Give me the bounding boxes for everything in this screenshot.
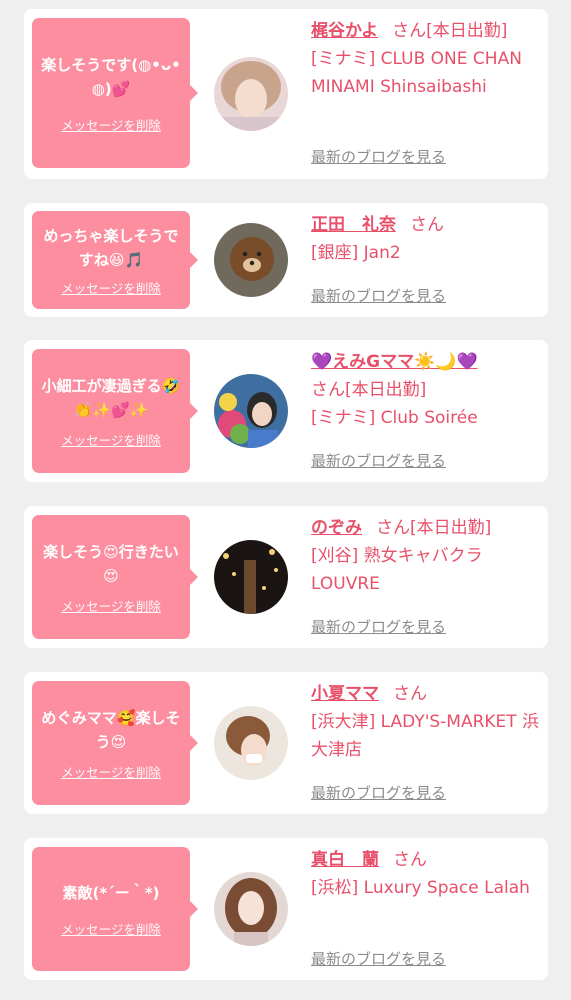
latest-blog-link[interactable]: 最新のブログを見る: [311, 450, 446, 471]
message-text: 楽しそうです(◍•ᴗ•◍)💕: [41, 55, 181, 98]
cast-name-link[interactable]: 小夏ママ: [311, 684, 379, 704]
message-card: めっちゃ楽しそうですね😆🎵 メッセージを削除 正田 礼奈 さん [銀座] Jan2…: [24, 203, 548, 317]
avatar-photo-icon: [214, 374, 288, 448]
message-card: 小細工が凄過ぎる🤣👏✨💕✨ メッセージを削除 💜えみGママ☀️🌙💜 さん[本日出勤…: [24, 340, 548, 482]
avatar-photo-icon: [214, 57, 288, 131]
entry-info: のぞみ さん[本日出勤] [刈谷] 熟女キャバクラ LOUVRE: [311, 514, 541, 598]
avatar[interactable]: [214, 223, 288, 297]
honorific: さん: [311, 380, 345, 400]
message-bubble: めぐみママ🥰楽しそう😍 メッセージを削除: [32, 681, 198, 805]
message-bubble: 楽しそう😍行きたい😍 メッセージを削除: [32, 515, 198, 639]
honorific: さん: [393, 850, 427, 870]
honorific: さん: [376, 518, 410, 538]
avatar[interactable]: [214, 57, 288, 131]
avatar-photo-icon: [214, 223, 288, 297]
venue-text: [浜松] Luxury Space Lalah: [311, 878, 530, 898]
honorific: さん: [393, 684, 427, 704]
latest-blog-link[interactable]: 最新のブログを見る: [311, 285, 446, 306]
status-text: [本日出勤]: [426, 21, 508, 41]
venue-text: [ミナミ] CLUB ONE CHAN MINAMI Shinsaibashi: [311, 49, 522, 97]
message-bubble: 小細工が凄過ぎる🤣👏✨💕✨ メッセージを削除: [32, 349, 198, 473]
message-text: めっちゃ楽しそうですね😆🎵: [43, 226, 179, 269]
delete-message-link[interactable]: メッセージを削除: [61, 919, 161, 938]
latest-blog-link[interactable]: 最新のブログを見る: [311, 616, 446, 637]
message-bubble: 素敵(*´ー｀*) メッセージを削除: [32, 847, 198, 971]
avatar-photo-icon: [214, 872, 288, 946]
latest-blog-link[interactable]: 最新のブログを見る: [311, 782, 446, 803]
status-text: [本日出勤]: [410, 518, 492, 538]
message-text: 楽しそう😍行きたい😍: [43, 542, 179, 585]
message-list: 楽しそうです(◍•ᴗ•◍)💕 メッセージを削除 梶谷かよ さん[本日出勤] [ミナ…: [0, 0, 571, 1000]
message-card: 楽しそうです(◍•ᴗ•◍)💕 メッセージを削除 梶谷かよ さん[本日出勤] [ミナ…: [24, 9, 548, 179]
entry-info: 真白 蘭さん [浜松] Luxury Space Lalah: [311, 846, 541, 902]
message-bubble: 楽しそうです(◍•ᴗ•◍)💕 メッセージを削除: [32, 18, 198, 168]
message-bubble: めっちゃ楽しそうですね😆🎵 メッセージを削除: [32, 211, 198, 309]
message-text: 素敵(*´ー｀*): [62, 883, 160, 902]
message-card: めぐみママ🥰楽しそう😍 メッセージを削除 小夏ママ さん [浜大津] LADY'S…: [24, 672, 548, 814]
cast-name-link[interactable]: 真白 蘭: [311, 850, 379, 870]
venue-text: [ミナミ] Club Soirée: [311, 408, 478, 428]
venue-text: [浜大津] LADY'S-MARKET 浜大津店: [311, 712, 540, 760]
entry-info: 小夏ママ さん [浜大津] LADY'S-MARKET 浜大津店: [311, 680, 541, 764]
latest-blog-link[interactable]: 最新のブログを見る: [311, 948, 446, 969]
entry-info: 梶谷かよ さん[本日出勤] [ミナミ] CLUB ONE CHAN MINAMI …: [311, 17, 541, 101]
avatar[interactable]: [214, 706, 288, 780]
cast-name-link[interactable]: 梶谷かよ: [311, 21, 378, 41]
cast-name-link[interactable]: のぞみ: [311, 518, 362, 538]
delete-message-link[interactable]: メッセージを削除: [61, 596, 161, 615]
honorific: さん: [410, 215, 444, 235]
venue-text: [銀座] Jan2: [311, 243, 401, 263]
avatar[interactable]: [214, 872, 288, 946]
avatar[interactable]: [214, 540, 288, 614]
cast-name-link[interactable]: 正田 礼奈: [311, 215, 396, 235]
avatar[interactable]: [214, 374, 288, 448]
entry-info: 💜えみGママ☀️🌙💜 さん[本日出勤] [ミナミ] Club Soirée: [311, 348, 541, 432]
avatar-photo-icon: [214, 540, 288, 614]
venue-text: [刈谷] 熟女キャバクラ LOUVRE: [311, 546, 483, 594]
delete-message-link[interactable]: メッセージを削除: [61, 762, 161, 781]
delete-message-link[interactable]: メッセージを削除: [61, 430, 161, 449]
entry-info: 正田 礼奈 さん [銀座] Jan2: [311, 211, 541, 267]
message-card: 楽しそう😍行きたい😍 メッセージを削除 のぞみ さん[本日出勤] [刈谷] 熟女キ…: [24, 506, 548, 648]
status-text: [本日出勤]: [345, 380, 427, 400]
latest-blog-link[interactable]: 最新のブログを見る: [311, 146, 446, 167]
delete-message-link[interactable]: メッセージを削除: [61, 115, 161, 134]
avatar-photo-icon: [214, 706, 288, 780]
cast-name-link[interactable]: 💜えみGママ☀️🌙💜: [311, 352, 478, 372]
message-text: めぐみママ🥰楽しそう😍: [41, 708, 181, 751]
delete-message-link[interactable]: メッセージを削除: [61, 278, 161, 297]
message-text: 小細工が凄過ぎる🤣👏✨💕✨: [41, 376, 181, 419]
honorific: さん: [392, 21, 427, 41]
message-card: 素敵(*´ー｀*) メッセージを削除 真白 蘭さん [浜松] Luxury Sp…: [24, 838, 548, 980]
